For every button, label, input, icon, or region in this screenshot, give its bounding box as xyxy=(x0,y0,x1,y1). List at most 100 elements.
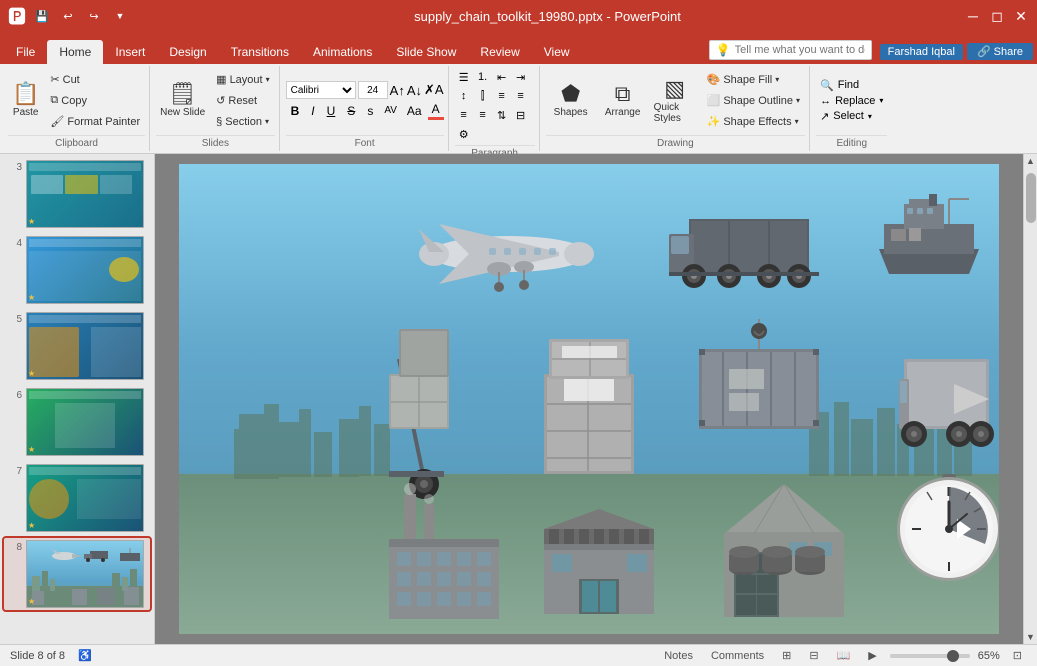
shapes-button[interactable]: ⬟ Shapes xyxy=(546,72,596,130)
scroll-thumb[interactable] xyxy=(1026,173,1036,223)
scroll-up-button[interactable]: ▲ xyxy=(1024,154,1037,168)
format-painter-icon: 🖌 xyxy=(50,115,64,128)
decrease-indent-button[interactable]: ⇤ xyxy=(493,68,511,86)
slides-group: 🗒 New Slide ▦ Layout ▾ ↺ Reset § Section… xyxy=(152,66,279,151)
minimize-button[interactable]: ─ xyxy=(965,8,981,24)
strikethrough-button[interactable]: S xyxy=(342,102,360,120)
paste-button[interactable]: 📋 Paste xyxy=(8,72,43,130)
change-case-button[interactable]: Aa xyxy=(403,103,426,119)
font-color-button[interactable]: A xyxy=(428,101,444,120)
increase-font-icon[interactable]: A↑ xyxy=(390,83,405,98)
tab-design[interactable]: Design xyxy=(157,40,218,64)
tell-me-box[interactable]: 💡 xyxy=(709,40,872,60)
tab-insert[interactable]: Insert xyxy=(103,40,157,64)
slide-thumbnail-5[interactable]: 5 ★ xyxy=(4,310,150,382)
tab-view[interactable]: View xyxy=(532,40,582,64)
paste-icon: 📋 xyxy=(12,83,39,105)
numbering-button[interactable]: 1. xyxy=(474,68,492,86)
slide-thumbnail-4[interactable]: 4 ★ xyxy=(4,234,150,306)
slide-thumbnail-7[interactable]: 7 ★ xyxy=(4,462,150,534)
slide-panel[interactable]: 3 ★ 4 xyxy=(0,154,155,644)
cut-button[interactable]: ✂ Cut xyxy=(45,70,145,90)
status-bar: Slide 8 of 8 ♿ Notes Comments ⊞ ⊟ 📖 ▶ 65… xyxy=(0,644,1037,666)
slide-canvas[interactable] xyxy=(179,164,999,634)
slide-thumbnail-6[interactable]: 6 ★ xyxy=(4,386,150,458)
italic-button[interactable]: I xyxy=(306,102,319,120)
notes-button[interactable]: Notes xyxy=(659,650,698,662)
main-area: 3 ★ 4 xyxy=(0,154,1037,644)
font-label: Font xyxy=(286,135,444,149)
find-button[interactable]: 🔍 Find xyxy=(816,78,887,93)
copy-button[interactable]: ⧉ Copy xyxy=(45,91,145,111)
bold-button[interactable]: B xyxy=(286,102,305,120)
tab-transitions[interactable]: Transitions xyxy=(219,40,301,64)
quick-customize[interactable]: ▼ xyxy=(110,6,130,26)
line-spacing-button[interactable]: ↕ xyxy=(455,87,473,105)
font-name-select[interactable]: Calibri xyxy=(286,81,356,99)
quick-save[interactable]: 💾 xyxy=(32,6,52,26)
close-button[interactable]: ✕ xyxy=(1013,8,1029,24)
tab-slideshow[interactable]: Slide Show xyxy=(384,40,468,64)
canvas-scrollbar[interactable]: ▲ ▼ xyxy=(1023,154,1037,644)
increase-indent-button[interactable]: ⇥ xyxy=(512,68,530,86)
convert-smartart-button[interactable]: ⚙ xyxy=(455,125,473,143)
text-direction-button[interactable]: ⇅ xyxy=(493,106,511,124)
font-size-input[interactable] xyxy=(358,81,388,99)
slide-sorter-button[interactable]: ⊟ xyxy=(804,649,823,662)
user-badge[interactable]: Farshad Iqbal xyxy=(880,44,963,60)
title-bar: 🅿 💾 ↩ ↪ ▼ supply_chain_toolkit_19980.ppt… xyxy=(0,0,1037,32)
shapes-icon: ⬟ xyxy=(561,83,580,105)
layout-button[interactable]: ▦ Layout ▾ xyxy=(211,70,274,90)
accessibility-button[interactable]: ♿ xyxy=(73,649,97,662)
align-center-button[interactable]: ≡ xyxy=(512,87,530,105)
format-painter-button[interactable]: 🖌 Format Painter xyxy=(45,112,145,132)
app-icon: 🅿 xyxy=(8,3,26,29)
align-right-button[interactable]: ≡ xyxy=(455,106,473,124)
select-icon: ↗ xyxy=(820,110,829,123)
tab-home[interactable]: Home xyxy=(47,40,103,64)
clear-format-icon[interactable]: ✗A xyxy=(424,82,444,98)
align-text-button[interactable]: ⊟ xyxy=(512,106,530,124)
slideshow-button[interactable]: ▶ xyxy=(863,649,881,662)
section-button[interactable]: § Section ▾ xyxy=(211,112,274,132)
replace-button[interactable]: ↔ Replace ▾ xyxy=(816,94,887,108)
reading-view-button[interactable]: 📖 xyxy=(832,649,856,662)
align-left-button[interactable]: ≡ xyxy=(493,87,511,105)
quick-undo[interactable]: ↩ xyxy=(58,6,78,26)
new-slide-button[interactable]: 🗒 New Slide xyxy=(156,72,209,130)
shape-effects-button[interactable]: ✨ Shape Effects ▾ xyxy=(702,112,805,132)
slide-thumbnail-3[interactable]: 3 ★ xyxy=(4,158,150,230)
quick-styles-button[interactable]: ▧ Quick Styles xyxy=(650,72,700,130)
comments-button[interactable]: Comments xyxy=(706,650,769,662)
shape-outline-button[interactable]: ⬜ Shape Outline ▾ xyxy=(702,91,805,111)
scroll-down-button[interactable]: ▼ xyxy=(1024,630,1037,644)
reset-button[interactable]: ↺ Reset xyxy=(211,91,274,111)
normal-view-button[interactable]: ⊞ xyxy=(777,649,796,662)
underline-button[interactable]: U xyxy=(322,102,341,120)
zoom-thumb[interactable] xyxy=(947,650,959,662)
tell-me-input[interactable] xyxy=(735,44,865,56)
lightbulb-icon: 💡 xyxy=(716,43,731,57)
slide-number-3: 3 xyxy=(6,162,22,173)
shadow-button[interactable]: s xyxy=(362,102,378,120)
slide-thumbnail-8[interactable]: 8 xyxy=(4,538,150,610)
char-spacing-button[interactable]: AV xyxy=(380,104,401,117)
shape-outline-icon: ⬜ xyxy=(707,94,721,107)
shape-fill-button[interactable]: 🎨 Shape Fill ▾ xyxy=(702,70,805,90)
decrease-font-icon[interactable]: A↓ xyxy=(407,83,422,98)
tab-review[interactable]: Review xyxy=(468,40,531,64)
select-button[interactable]: ↗ Select ▾ xyxy=(816,109,887,124)
slide-number-5: 5 xyxy=(6,314,22,325)
fit-to-window-button[interactable]: ⊡ xyxy=(1008,649,1027,662)
tab-file[interactable]: File xyxy=(4,40,47,64)
share-button[interactable]: 🔗 Share xyxy=(967,43,1033,60)
cut-icon: ✂ xyxy=(50,73,59,86)
columns-button[interactable]: ⫿ xyxy=(474,87,492,105)
justify-button[interactable]: ≡ xyxy=(474,106,492,124)
bullets-button[interactable]: ☰ xyxy=(455,68,473,86)
arrange-button[interactable]: ⧉ Arrange xyxy=(598,72,648,130)
quick-redo[interactable]: ↪ xyxy=(84,6,104,26)
zoom-slider[interactable] xyxy=(890,654,970,658)
restore-button[interactable]: ◻ xyxy=(989,8,1005,24)
tab-animations[interactable]: Animations xyxy=(301,40,384,64)
